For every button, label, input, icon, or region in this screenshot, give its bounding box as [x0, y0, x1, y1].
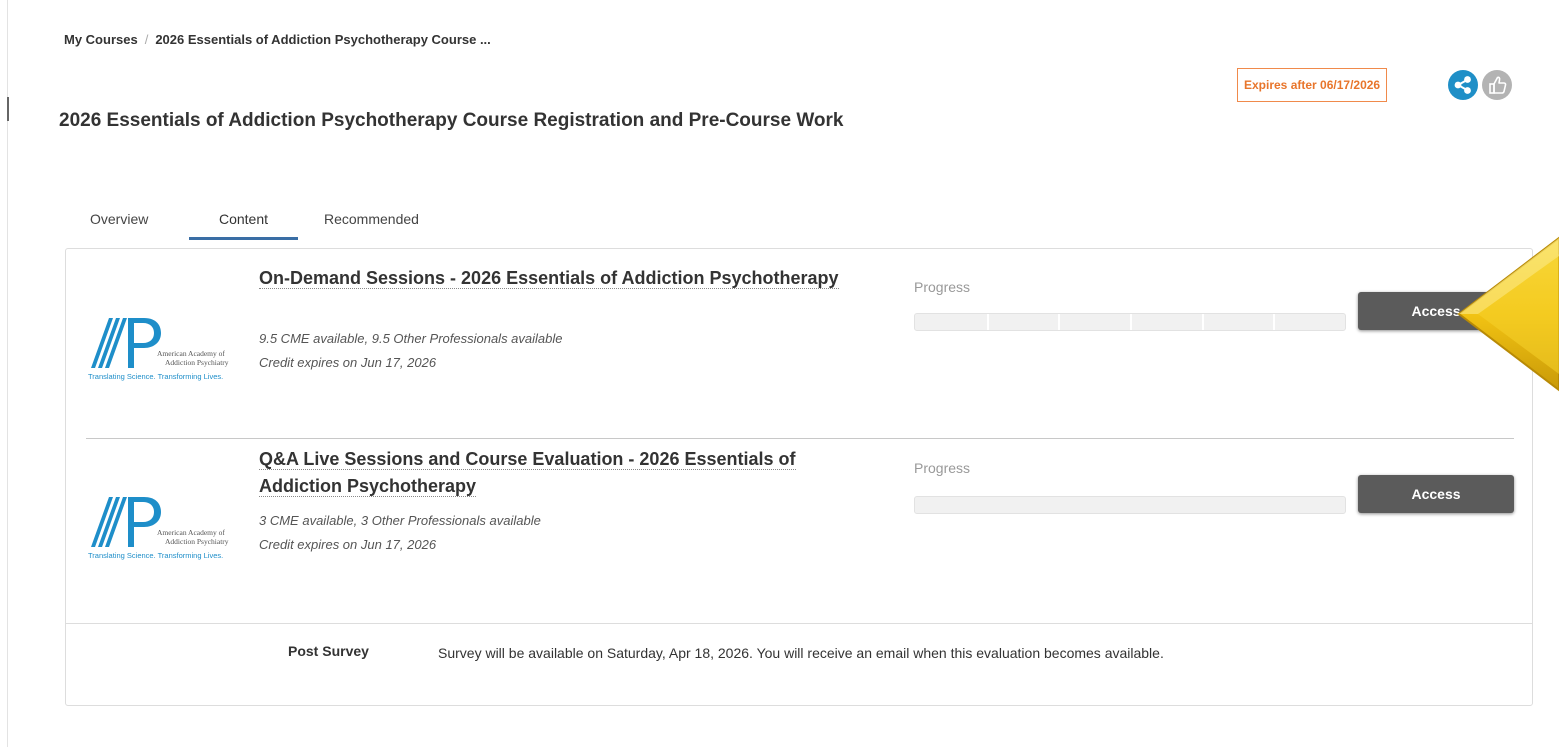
- tab-recommended[interactable]: Recommended: [324, 204, 419, 240]
- progress-label: Progress: [914, 460, 971, 476]
- logo-line1: American Academy of: [157, 528, 225, 537]
- logo-line2: Addiction Psychiatry: [165, 537, 229, 546]
- session-title[interactable]: On-Demand Sessions - 2026 Essentials of …: [259, 265, 879, 292]
- session-credits: 3 CME available, 3 Other Professionals a…: [259, 513, 541, 528]
- breadcrumb-my-courses[interactable]: My Courses: [64, 32, 138, 47]
- aaap-logo: American Academy of Addiction Psychiatry…: [88, 497, 229, 560]
- breadcrumb-separator: /: [144, 32, 149, 47]
- tab-overview[interactable]: Overview: [90, 204, 148, 240]
- page-title: 2026 Essentials of Addiction Psychothera…: [59, 110, 844, 131]
- progress-bar: [914, 313, 1346, 331]
- session-credits: 9.5 CME available, 9.5 Other Professiona…: [259, 331, 563, 346]
- like-button[interactable]: [1482, 70, 1512, 100]
- logo-tagline: Translating Science. Transforming Lives.: [88, 551, 223, 560]
- tab-content[interactable]: Content: [189, 204, 298, 240]
- logo-line1: American Academy of: [157, 349, 225, 358]
- progress-label: Progress: [914, 279, 971, 295]
- arrow-pointer-icon: [1457, 236, 1559, 392]
- expires-badge: Expires after 06/17/2026: [1237, 68, 1388, 102]
- post-survey-text: Survey will be available on Saturday, Ap…: [438, 645, 1164, 661]
- logo-tagline: Translating Science. Transforming Lives.: [88, 372, 223, 381]
- thumbs-up-icon: [1489, 76, 1507, 94]
- breadcrumb: My Courses / 2026 Essentials of Addiction …: [64, 32, 491, 47]
- post-survey-label: Post Survey: [288, 643, 369, 659]
- session-title-link[interactable]: Q&A Live Sessions and Course Evaluation …: [259, 449, 796, 497]
- session-title-link[interactable]: On-Demand Sessions - 2026 Essentials of …: [259, 268, 839, 289]
- session-credit-expiry: Credit expires on Jun 17, 2026: [259, 355, 437, 370]
- progress-segment-divider: [986, 314, 989, 330]
- access-button[interactable]: Access: [1358, 475, 1514, 513]
- share-icon: [1454, 76, 1471, 94]
- session-divider: [86, 438, 1514, 439]
- aaap-logo: American Academy of Addiction Psychiatry…: [88, 318, 229, 381]
- breadcrumb-current: 2026 Essentials of Addiction Psychothera…: [155, 32, 491, 47]
- session-title[interactable]: Q&A Live Sessions and Course Evaluation …: [259, 446, 879, 500]
- left-edge-marker: [7, 97, 9, 121]
- logo-line2: Addiction Psychiatry: [165, 358, 229, 367]
- progress-segment-divider: [1058, 314, 1061, 330]
- progress-segment-divider: [1273, 314, 1276, 330]
- share-button[interactable]: [1448, 70, 1478, 100]
- progress-segment-divider: [1201, 314, 1204, 330]
- survey-divider: [66, 623, 1532, 624]
- progress-bar: [914, 496, 1346, 514]
- content-panel: American Academy of Addiction Psychiatry…: [65, 248, 1533, 706]
- progress-segment-divider: [1130, 314, 1132, 330]
- session-credit-expiry: Credit expires on Jun 17, 2026: [259, 537, 437, 552]
